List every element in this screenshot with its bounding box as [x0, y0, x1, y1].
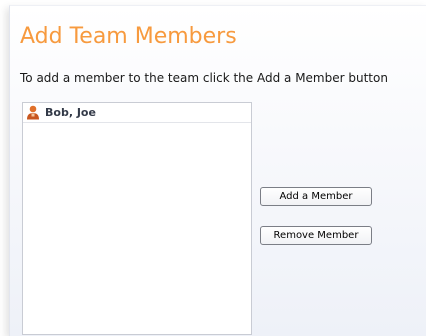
add-member-button[interactable]: Add a Member [260, 187, 372, 206]
user-icon [26, 105, 40, 120]
members-list[interactable]: Bob, Joe [22, 102, 252, 335]
instructions-text: To add a member to the team click the Ad… [20, 71, 388, 85]
page-title: Add Team Members [20, 24, 237, 49]
member-name: Bob, Joe [45, 106, 96, 119]
list-item[interactable]: Bob, Joe [23, 103, 251, 123]
team-members-panel: Add Team Members To add a member to the … [9, 5, 426, 336]
remove-member-button[interactable]: Remove Member [260, 226, 372, 245]
